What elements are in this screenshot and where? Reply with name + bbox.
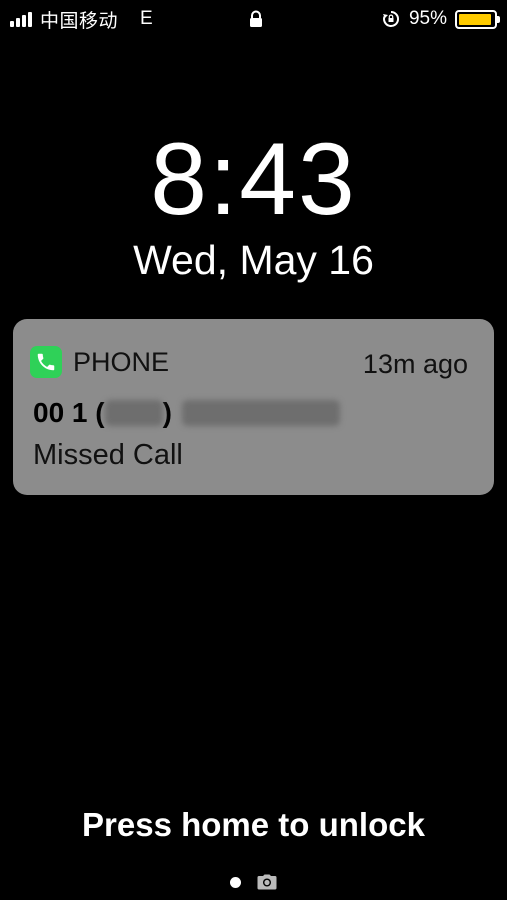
rotation-lock-icon	[382, 10, 399, 27]
caller-number-mid: )	[162, 397, 172, 428]
network-type: E	[140, 8, 153, 29]
battery-percent: 95%	[408, 8, 447, 29]
phone-handset-icon	[37, 353, 55, 371]
page-indicator	[0, 874, 507, 890]
caller-number-prefix: 00 1 (	[33, 397, 105, 428]
lock-icon	[250, 10, 262, 27]
battery-fill	[459, 13, 492, 25]
unlock-hint: Press home to unlock	[82, 806, 425, 843]
notification-caller-number: 00 1 ( )	[33, 397, 340, 429]
signal-icon	[10, 11, 32, 27]
phone-icon	[30, 346, 62, 378]
battery-icon	[455, 9, 500, 29]
notification-app-name: PHONE	[73, 347, 170, 377]
missed-call-notification[interactable]: PHONE 13m ago 00 1 ( ) Missed Call	[13, 319, 494, 495]
status-right: 95%	[381, 8, 500, 30]
redacted-number	[181, 400, 340, 426]
redacted-area-code	[104, 400, 163, 426]
notification-time: 13m ago	[362, 349, 468, 379]
lock-screen-date: Wed, May 16	[133, 237, 374, 283]
status-left: 中国移动 E	[10, 6, 153, 33]
lock-screen-time: 8:43	[150, 122, 357, 236]
carrier-name: 中国移动	[40, 10, 119, 32]
page-dot-icon[interactable]	[230, 876, 241, 888]
notification-body: Missed Call	[33, 439, 183, 471]
camera-icon[interactable]	[257, 874, 277, 890]
